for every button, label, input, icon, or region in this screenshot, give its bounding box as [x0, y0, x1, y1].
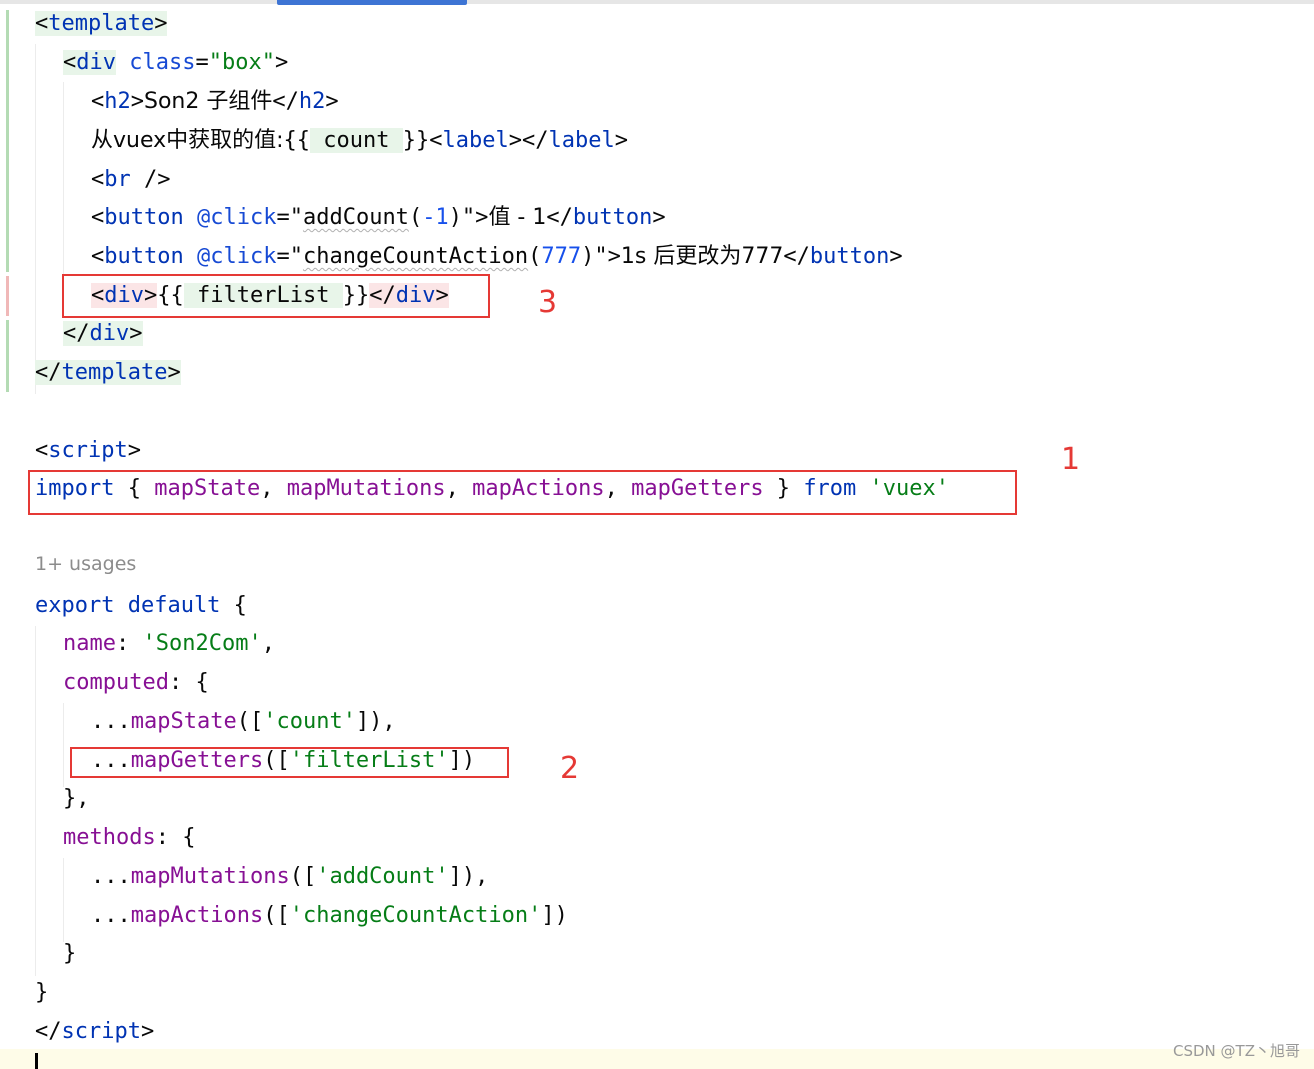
annotation-number-2: 2 [560, 751, 580, 786]
code-line-15[interactable]: export default { [35, 586, 247, 625]
button-minus-text: 值 - 1 [488, 205, 547, 230]
code-line-22[interactable]: ...mapMutations(['addCount']), [91, 857, 488, 896]
code-line-7[interactable]: <button @click="changeCountAction(777)">… [91, 237, 903, 276]
code-line-23[interactable]: ...mapActions(['changeCountAction']) [91, 896, 568, 935]
indent-guide [35, 44, 36, 394]
code-line-1[interactable]: <template> [35, 4, 168, 43]
code-line-16[interactable]: name: 'Son2Com', [63, 624, 275, 663]
code-line-5[interactable]: <br /> [91, 160, 171, 199]
code-line-26[interactable]: </script> [35, 1012, 154, 1051]
annotation-number-1: 1 [1061, 442, 1081, 477]
code-line-21[interactable]: methods: { [63, 818, 195, 857]
vcs-change-marker-green[interactable] [6, 10, 9, 272]
text-caret [35, 1053, 38, 1069]
code-line-24[interactable]: } [63, 934, 76, 973]
highlight-box-filterlist-div [62, 274, 490, 318]
count-interpolation: count [310, 128, 403, 153]
indent-guide [63, 703, 64, 787]
code-line-17[interactable]: computed: { [63, 663, 209, 702]
code-line-2[interactable]: <div class="box"> [63, 43, 288, 82]
highlight-box-import [28, 470, 1017, 515]
template-open-tag: template [48, 11, 155, 36]
code-line-25[interactable]: } [35, 973, 48, 1012]
button-change-text: 1s 后更改为777 [620, 244, 784, 269]
indent-guide [63, 858, 64, 942]
code-line-9[interactable]: </div> [63, 314, 143, 353]
code-line-10[interactable]: </template> [35, 353, 181, 392]
code-line-6[interactable]: <button @click="addCount(-1)">值 - 1</but… [91, 198, 666, 237]
script-open-tag: script [48, 438, 128, 463]
highlight-box-mapgetters [70, 747, 509, 778]
vcs-change-marker-green[interactable] [6, 320, 9, 392]
usages-hint[interactable]: 1+ usages [35, 553, 136, 575]
change-count-action-call: changeCountAction [302, 244, 529, 269]
code-line-12[interactable]: <script> [35, 431, 141, 470]
vcs-change-marker-red[interactable] [6, 276, 9, 316]
template-close-tag: template [61, 360, 168, 385]
vuex-value-text: 从vuex中获取的值: [91, 128, 284, 153]
h2-text: Son2 子组件 [144, 89, 273, 114]
editor-top-border [0, 0, 1314, 4]
watermark: CSDN @TZ丶旭哥 [1173, 1042, 1300, 1060]
script-close-tag: script [61, 1019, 141, 1044]
indent-guide [35, 626, 36, 976]
code-line-4[interactable]: 从vuex中获取的值:{{ count }}<label></label> [91, 121, 628, 160]
current-line-highlight [0, 1049, 1314, 1069]
annotation-number-3: 3 [538, 285, 558, 320]
code-line-3[interactable]: <h2>Son2 子组件</h2> [91, 82, 339, 121]
code-line-18[interactable]: ...mapState(['count']), [91, 702, 396, 741]
export-default-keyword: export default [35, 593, 221, 618]
add-count-call: addCount [302, 205, 409, 230]
active-tab-indicator[interactable] [277, 0, 467, 5]
code-line-20[interactable]: }, [63, 779, 90, 818]
